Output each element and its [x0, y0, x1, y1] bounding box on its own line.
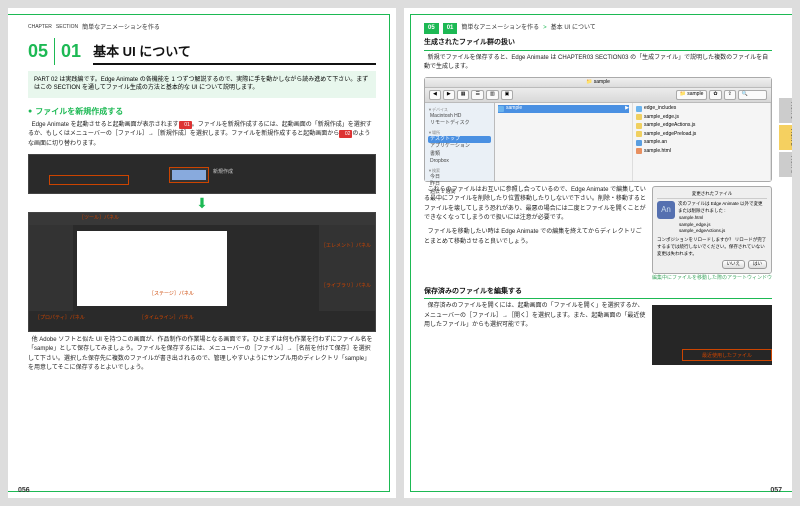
tab-part2[interactable]: PART 2	[779, 125, 792, 150]
screenshot-recent: 最近使用したファイル	[652, 305, 772, 365]
page-number: 057	[770, 486, 782, 497]
label-stage: ［ステージ］パネル	[149, 291, 194, 299]
screenshot-launch: 新規作成	[28, 154, 376, 194]
tab-part3[interactable]: PART 3	[779, 152, 792, 177]
page-057: 05 01 簡単なアニメーションを作る > 基本 UI について 生成されたファ…	[404, 8, 792, 498]
label-property: ［プロパティ］パネル	[35, 315, 85, 323]
highlight-recent: 最近使用したファイル	[682, 349, 772, 361]
screenshot-workspace: ［ツール］パネル ［エレメント］パネル ［ステージ］パネル ［ライブラリ］パネル…	[28, 212, 376, 332]
side-tabs: PART 1 PART 2 PART 3	[779, 98, 792, 177]
label-library: ［ライブラリ］パネル	[321, 283, 371, 291]
label-elements: ［エレメント］パネル	[321, 243, 371, 251]
label-timeline: ［タイムライン］パネル	[139, 315, 194, 323]
page-056: CHAPTER SECTION 簡単なアニメーションを作る 05 01 基本 U…	[8, 8, 396, 498]
workspace-properties-panel	[29, 225, 73, 311]
page-border	[410, 14, 792, 492]
highlight-new	[49, 175, 129, 185]
label-tools: ［ツール］パネル	[79, 215, 119, 223]
thumb-label: 新規作成	[213, 169, 233, 177]
page-number: 056	[18, 486, 30, 497]
tab-part1[interactable]: PART 1	[779, 98, 792, 123]
thumb-new	[169, 167, 209, 183]
workspace-side-right	[319, 225, 375, 311]
